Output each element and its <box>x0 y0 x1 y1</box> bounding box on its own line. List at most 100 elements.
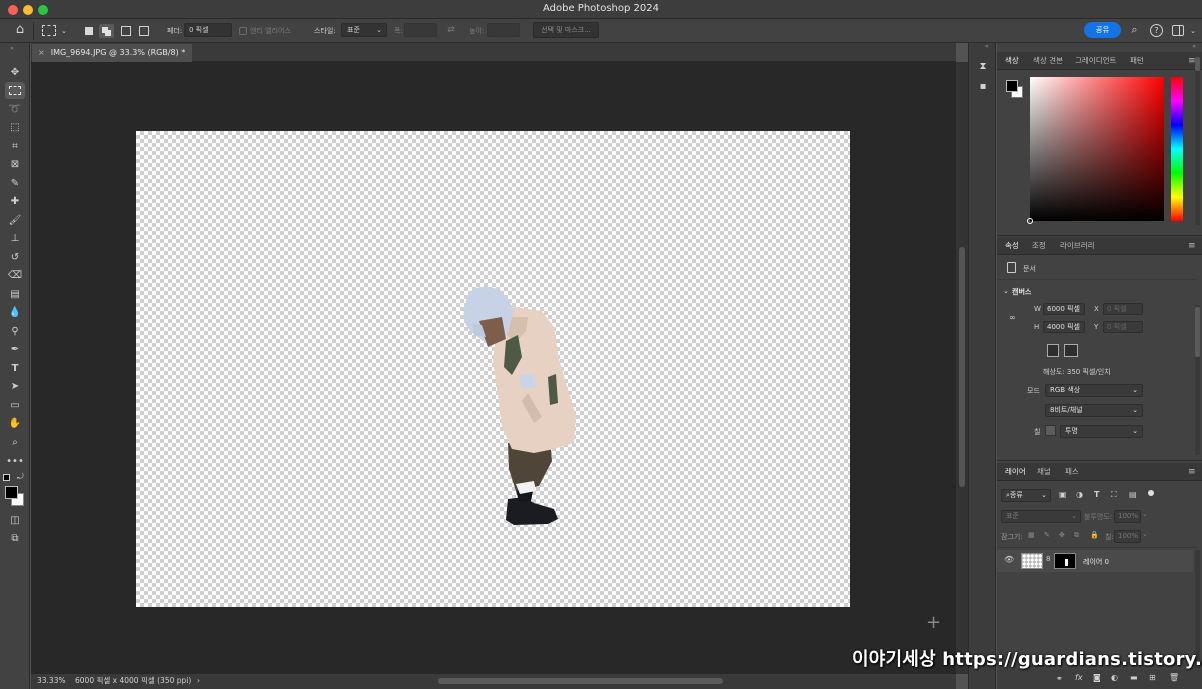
eye-icon[interactable]: 👁 <box>1004 555 1014 564</box>
filter-adjustment-icon[interactable]: ◑ <box>1076 490 1083 499</box>
hand-tool-icon[interactable]: ✋ <box>5 416 25 431</box>
trash-icon[interactable]: 🗑 <box>1169 673 1179 682</box>
fill-color-swatch[interactable] <box>1045 425 1056 436</box>
antialias-checkbox[interactable] <box>239 27 247 35</box>
filter-smart-object-icon[interactable]: ▤ <box>1129 490 1137 499</box>
collapse-icon[interactable]: » <box>10 45 14 52</box>
portrait-orientation-icon[interactable] <box>1047 344 1059 357</box>
filter-toggle-icon[interactable] <box>1148 490 1154 496</box>
new-layer-icon[interactable]: ⊞ <box>1149 673 1156 682</box>
link-icon[interactable]: ∞ <box>1009 313 1016 322</box>
gradient-tool-icon[interactable]: ▤ <box>5 287 25 302</box>
crop-tool-icon[interactable]: ⌗ <box>5 139 25 154</box>
link-layers-icon[interactable]: ⚭ <box>1056 674 1063 683</box>
tab-gradients[interactable]: 그레이디언트 <box>1075 52 1116 70</box>
home-icon[interactable]: ⌂ <box>12 23 28 36</box>
canvas-section-toggle[interactable]: ⌄ <box>1003 287 1009 295</box>
marquee-preset-icon[interactable] <box>42 25 56 36</box>
brush-tool-icon[interactable]: 🖌 <box>5 213 25 228</box>
workspace-icon[interactable] <box>1172 25 1184 36</box>
canvas-y-input[interactable]: 0 픽셀 <box>1103 321 1143 333</box>
horizontal-scrollbar[interactable] <box>438 678 723 684</box>
filter-shape-icon[interactable]: ⛶ <box>1111 490 1117 500</box>
fill-select[interactable]: 투명 ⌄ <box>1060 425 1143 438</box>
default-colors-icon[interactable] <box>3 474 10 481</box>
tab-swatches[interactable]: 색상 견본 <box>1033 52 1063 70</box>
mode-select[interactable]: RGB 색상 ⌄ <box>1045 384 1143 397</box>
search-icon[interactable]: ⌕ <box>1128 24 1141 36</box>
select-and-mask-button[interactable]: 선택 및 마스크... <box>533 22 599 38</box>
layer-mask-thumbnail[interactable] <box>1054 553 1076 569</box>
tab-paths[interactable]: 패스 <box>1065 463 1079 481</box>
intersect-selection-icon[interactable] <box>139 26 149 36</box>
move-tool-icon[interactable]: ✥ <box>5 65 25 80</box>
vertical-scrollbar[interactable] <box>959 247 965 487</box>
collapse-icon[interactable]: « <box>985 43 989 50</box>
tab-properties[interactable]: 속성 <box>1005 237 1019 255</box>
new-group-icon[interactable]: ▬ <box>1130 673 1138 682</box>
blend-mode-select[interactable]: 표준 ⌄ <box>1001 510 1081 523</box>
filter-pixel-icon[interactable]: ▣ <box>1059 490 1067 499</box>
lock-image-icon[interactable]: ✎ <box>1044 531 1050 539</box>
chevron-down-icon[interactable]: ⌄ <box>1188 25 1198 37</box>
canvas-width-input[interactable]: 6000 픽셀 <box>1043 303 1085 315</box>
tab-libraries[interactable]: 라이브러리 <box>1060 237 1095 255</box>
new-selection-icon[interactable] <box>85 27 93 35</box>
collapse-icon[interactable]: » <box>1192 43 1196 50</box>
add-selection-button[interactable] <box>99 24 114 38</box>
fx-icon[interactable]: fx <box>1075 673 1083 682</box>
layer-row[interactable]: 👁 8 레이어 0 <box>997 550 1193 572</box>
lasso-tool-icon[interactable]: ➰ <box>5 102 25 117</box>
mask-link-icon[interactable]: 8 <box>1046 555 1050 563</box>
more-tools-icon[interactable]: ••• <box>5 454 25 469</box>
status-arrow-icon[interactable]: › <box>197 674 200 688</box>
tab-adjustments[interactable]: 조정 <box>1032 237 1046 255</box>
dodge-tool-icon[interactable]: ⚲ <box>5 324 25 339</box>
subtract-selection-icon[interactable] <box>121 26 131 36</box>
document-canvas[interactable] <box>136 131 850 607</box>
eyedropper-tool-icon[interactable]: ✎ <box>5 176 25 191</box>
quick-mask-icon[interactable]: ◫ <box>5 513 25 528</box>
hue-slider[interactable] <box>1171 77 1183 221</box>
path-selection-tool-icon[interactable]: ➤ <box>5 379 25 394</box>
lock-transparency-icon[interactable]: ▦ <box>1028 531 1035 539</box>
panel-menu-icon[interactable]: ≡ <box>1188 237 1196 255</box>
lock-artboard-icon[interactable]: ⧉ <box>1074 531 1079 540</box>
chevron-down-icon[interactable]: ⌄ <box>1142 530 1148 538</box>
healing-brush-tool-icon[interactable]: ✚ <box>5 194 25 209</box>
eraser-tool-icon[interactable]: ⌫ <box>5 268 25 283</box>
comments-panel-icon[interactable]: ▪ <box>976 81 990 93</box>
blur-tool-icon[interactable]: 💧 <box>5 305 25 320</box>
canvas-x-input[interactable]: 0 픽셀 <box>1103 303 1143 315</box>
swap-colors-icon[interactable]: ⤾ <box>17 472 24 482</box>
screen-mode-icon[interactable]: ⧉ <box>5 531 25 546</box>
pen-tool-icon[interactable]: ✒ <box>5 342 25 357</box>
height-input[interactable] <box>487 23 520 37</box>
share-button[interactable]: 공유 <box>1084 22 1121 38</box>
feather-input[interactable]: 0 픽셀 <box>184 23 232 37</box>
landscape-orientation-icon[interactable] <box>1064 344 1078 357</box>
bit-depth-select[interactable]: 8비트/채널 ⌄ <box>1045 404 1143 417</box>
tab-layers[interactable]: 레이어 <box>1005 463 1026 481</box>
close-tab-icon[interactable]: × <box>38 48 45 57</box>
fill-opacity-input[interactable]: 100% <box>1114 530 1141 543</box>
clone-stamp-tool-icon[interactable]: ⊥ <box>5 231 25 246</box>
layer-name[interactable]: 레이어 0 <box>1083 557 1109 567</box>
layer-filter-select[interactable]: ⌕종류 ⌄ <box>1001 489 1051 502</box>
lock-position-icon[interactable]: ✥ <box>1059 531 1065 539</box>
foreground-color-chip[interactable] <box>1006 80 1018 92</box>
canvas-height-input[interactable]: 4000 픽셀 <box>1043 321 1085 333</box>
tab-color[interactable]: 색상 <box>1005 52 1019 70</box>
add-mask-icon[interactable]: ◙ <box>1093 673 1101 682</box>
help-icon[interactable]: ? <box>1150 24 1163 37</box>
foreground-color-swatch[interactable] <box>5 486 18 499</box>
filter-type-icon[interactable]: T <box>1094 490 1099 499</box>
history-brush-tool-icon[interactable]: ↺ <box>5 250 25 265</box>
frame-tool-icon[interactable]: ⊠ <box>5 157 25 172</box>
lock-all-icon[interactable]: 🔒 <box>1090 531 1099 539</box>
type-tool-icon[interactable]: T <box>5 361 25 376</box>
zoom-tool-icon[interactable]: ⌕ <box>5 435 25 450</box>
layer-thumbnail[interactable] <box>1021 553 1043 569</box>
width-input[interactable] <box>404 23 437 37</box>
swap-icon[interactable]: ⇄ <box>445 24 457 36</box>
